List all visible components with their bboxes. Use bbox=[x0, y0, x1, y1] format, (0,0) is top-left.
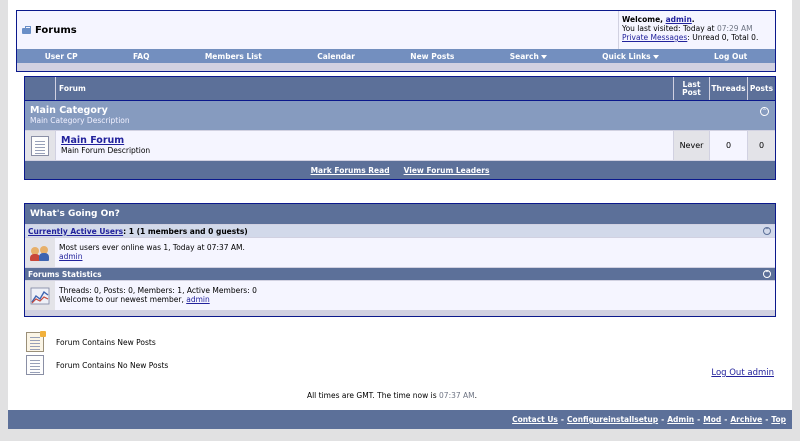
forum-last-post: Never bbox=[673, 131, 709, 160]
legend-no-new-posts: Forum Contains No New Posts bbox=[26, 354, 168, 376]
welcome-panel: Welcome, admin. You last visited: Today … bbox=[622, 15, 759, 42]
last-visited-label: You last visited: Today at bbox=[622, 24, 717, 33]
username-link[interactable]: admin bbox=[666, 15, 692, 24]
col-posts: Posts bbox=[747, 77, 775, 100]
forum-statistics-header: Forums Statistics ⌃ bbox=[25, 267, 775, 280]
nav-user-cp[interactable]: User CP bbox=[45, 52, 78, 61]
online-user-link[interactable]: admin bbox=[59, 252, 83, 261]
time-notice-prefix: All times are GMT. The time now is bbox=[306, 391, 440, 400]
nav-faq[interactable]: FAQ bbox=[133, 52, 149, 61]
log-out-admin-link[interactable]: Log Out admin bbox=[711, 368, 774, 378]
nav-search-wrap[interactable]: Search bbox=[510, 52, 547, 61]
legend-new-posts: Forum Contains New Posts bbox=[26, 331, 168, 353]
col-last-post: Last Post bbox=[673, 77, 709, 100]
active-users-link[interactable]: Currently Active Users bbox=[28, 227, 123, 236]
nav-log-out[interactable]: Log Out bbox=[714, 52, 747, 61]
active-users-text: Most users ever online was 1, Today at 0… bbox=[55, 238, 775, 267]
last-visited-time: 07:29 AM bbox=[716, 24, 753, 33]
nav-new-posts[interactable]: New Posts bbox=[410, 52, 454, 61]
forum-old-posts-icon bbox=[26, 355, 44, 375]
chevron-down-icon bbox=[540, 54, 547, 59]
forum-name-link[interactable]: Main Forum bbox=[61, 135, 668, 146]
forum-description: Main Forum Description bbox=[61, 146, 151, 155]
page-bottom-strip bbox=[0, 429, 800, 441]
stats-icon bbox=[30, 287, 50, 304]
collapse-icon[interactable]: ⌃ bbox=[763, 270, 771, 278]
welcome-prefix: Welcome, bbox=[622, 15, 666, 24]
footer-admin-link[interactable]: Admin bbox=[667, 415, 694, 424]
legend-new-posts-label: Forum Contains New Posts bbox=[56, 337, 156, 347]
header-title-cell: Forums bbox=[17, 11, 619, 49]
newest-member-link[interactable]: admin bbox=[186, 295, 210, 304]
pm-stats: : Unread 0, Total 0. bbox=[687, 33, 759, 42]
whats-going-on-title: What's Going On? bbox=[25, 204, 775, 224]
legend-no-new-posts-label: Forum Contains No New Posts bbox=[56, 360, 169, 370]
col-threads: Threads bbox=[709, 77, 747, 100]
forum-statistics-title: Forums Statistics bbox=[28, 269, 102, 279]
view-forum-leaders-link[interactable]: View Forum Leaders bbox=[404, 166, 490, 175]
footer-top-link[interactable]: Top bbox=[771, 415, 786, 424]
active-users-row: Most users ever online was 1, Today at 0… bbox=[25, 237, 775, 267]
private-messages-link[interactable]: Private Messages bbox=[622, 33, 687, 42]
forum-table-header: Forum Last Post Threads Posts bbox=[25, 77, 775, 101]
forum-info-cell: Main Forum Main Forum Description bbox=[55, 131, 673, 160]
icon-legend: Forum Contains New Posts Forum Contains … bbox=[26, 331, 168, 377]
stats-icon-cell bbox=[25, 281, 55, 310]
whats-going-on-box: What's Going On? Currently Active Users:… bbox=[24, 203, 776, 317]
category-title[interactable]: Main Category bbox=[30, 105, 770, 116]
chevron-down-icon bbox=[652, 54, 659, 59]
nav-calendar[interactable]: Calendar bbox=[317, 52, 355, 61]
forum-row: Main Forum Main Forum Description Never … bbox=[25, 131, 775, 161]
newest-member-prefix: Welcome to our newest member, bbox=[59, 295, 187, 304]
time-notice-time: 07:37 AM bbox=[439, 391, 475, 400]
time-notice: All times are GMT. The time now is 07:37… bbox=[0, 391, 784, 400]
col-icon bbox=[25, 77, 55, 100]
col-forum: Forum bbox=[55, 77, 673, 100]
active-users-header: Currently Active Users: 1 (1 members and… bbox=[25, 224, 775, 237]
forum-threads: 0 bbox=[709, 131, 747, 160]
forum-table: Forum Last Post Threads Posts Main Categ… bbox=[24, 76, 776, 180]
online-record: Most users ever online was 1, Today at 0… bbox=[59, 243, 245, 252]
category-row: Main Category Main Category Description … bbox=[25, 101, 775, 131]
forum-old-posts-icon bbox=[31, 135, 49, 156]
footer-configureinstallsetup-link[interactable]: Configureinstallsetup bbox=[567, 415, 658, 424]
users-icon bbox=[30, 244, 50, 262]
forum-posts: 0 bbox=[747, 131, 775, 160]
footer-archive-link[interactable]: Archive bbox=[730, 415, 762, 424]
forum-statistics-text: Threads: 0, Posts: 0, Members: 1, Active… bbox=[55, 281, 775, 310]
collapse-icon[interactable]: ⌃ bbox=[763, 227, 771, 235]
users-icon-cell bbox=[25, 238, 55, 267]
nav-members-list[interactable]: Members List bbox=[205, 52, 262, 61]
forum-statistics-row: Threads: 0, Posts: 0, Members: 1, Active… bbox=[25, 280, 775, 310]
nav-quick-links[interactable]: Quick Links bbox=[602, 52, 650, 61]
footer-bar: Contact Us - Configureinstallsetup - Admin… bbox=[8, 410, 792, 429]
forum-table-footer: Mark Forums Read View Forum Leaders bbox=[25, 161, 775, 179]
collapse-icon[interactable]: ⌃ bbox=[760, 107, 769, 116]
header-top: Forums Welcome, admin. You last visited:… bbox=[17, 11, 775, 49]
forum-status-cell bbox=[25, 131, 55, 160]
statistics-line: Threads: 0, Posts: 0, Members: 1, Active… bbox=[59, 286, 257, 295]
time-notice-suffix: . bbox=[474, 391, 478, 400]
folder-icon bbox=[22, 26, 32, 34]
active-users-summary: : 1 (1 members and 0 guests) bbox=[123, 226, 248, 236]
footer-mod-link[interactable]: Mod bbox=[703, 415, 721, 424]
navbar: User CP FAQ Members List Calendar New Po… bbox=[17, 49, 775, 63]
forum-new-posts-icon bbox=[26, 331, 46, 352]
nav-search[interactable]: Search bbox=[510, 52, 539, 61]
nav-quick-links-wrap[interactable]: Quick Links bbox=[602, 52, 659, 61]
page-title: Forums bbox=[35, 24, 77, 36]
mark-forums-read-link[interactable]: Mark Forums Read bbox=[311, 166, 390, 175]
category-description: Main Category Description bbox=[30, 116, 130, 125]
header-box: Forums Welcome, admin. You last visited:… bbox=[16, 10, 776, 72]
footer-contact-us-link[interactable]: Contact Us bbox=[512, 415, 558, 424]
